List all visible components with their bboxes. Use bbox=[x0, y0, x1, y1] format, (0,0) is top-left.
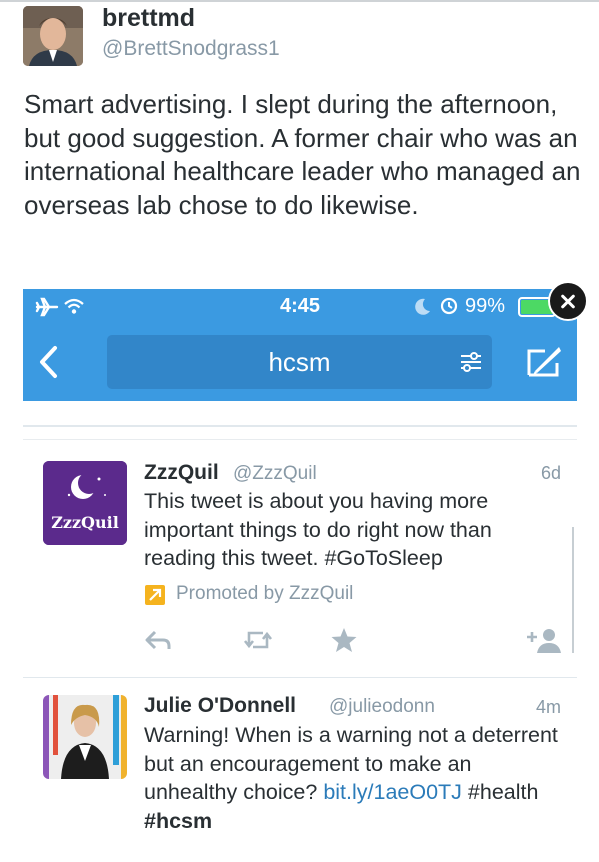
scroll-indicator bbox=[572, 527, 574, 653]
author-name[interactable]: brettmd bbox=[102, 4, 195, 33]
retweet-icon[interactable] bbox=[243, 627, 273, 653]
embedded-screenshot: 4:45 99% hcsm ZzzQuil ZzzQuil @ZzzQuil 6… bbox=[23, 281, 588, 862]
tweet-link[interactable]: bit.ly/1aeO0TJ bbox=[323, 780, 462, 804]
favorite-icon[interactable] bbox=[329, 627, 359, 653]
search-input[interactable]: hcsm bbox=[107, 335, 492, 389]
moon-icon bbox=[415, 298, 430, 315]
tweet-time: 6d bbox=[540, 463, 561, 483]
julie-avatar[interactable] bbox=[43, 695, 127, 779]
tweet-author-name-text: ZzzQuil bbox=[144, 461, 219, 484]
tweet-author-name[interactable]: Julie O'Donnell bbox=[144, 694, 296, 718]
tweet-author-handle[interactable]: @ZzzQuil bbox=[233, 463, 317, 485]
divider bbox=[23, 425, 577, 427]
tweet-text: Warning! When is a warning not a deterre… bbox=[144, 721, 569, 835]
battery-percent: 99% bbox=[465, 295, 506, 317]
hashtag-hcsm[interactable]: #hcsm bbox=[144, 809, 212, 833]
close-icon[interactable] bbox=[548, 281, 588, 321]
search-query: hcsm bbox=[268, 347, 331, 377]
follow-icon[interactable] bbox=[525, 627, 565, 653]
tweet-author-name[interactable]: ZzzQuil bbox=[144, 461, 219, 485]
hashtag-health[interactable]: #health bbox=[468, 780, 539, 804]
top-divider bbox=[0, 0, 599, 2]
alarm-icon bbox=[440, 297, 458, 315]
zzzquil-avatar[interactable]: ZzzQuil bbox=[43, 461, 127, 545]
divider bbox=[23, 439, 577, 440]
zzzquil-logo-text: ZzzQuil bbox=[51, 513, 119, 532]
promoted-icon bbox=[145, 585, 165, 605]
author-handle[interactable]: @BrettSnodgrass1 bbox=[102, 37, 280, 61]
reply-icon[interactable] bbox=[143, 627, 173, 653]
author-avatar[interactable] bbox=[23, 6, 83, 66]
compose-icon[interactable] bbox=[523, 341, 563, 381]
filter-icon[interactable] bbox=[459, 351, 483, 373]
tweet-text: Smart advertising. I slept during the af… bbox=[24, 89, 581, 220]
divider bbox=[23, 677, 577, 678]
tweet-author-name-text: Julie O'Donnell bbox=[144, 694, 297, 717]
back-icon[interactable] bbox=[37, 345, 61, 379]
tweet-author-handle[interactable]: @julieodonn bbox=[329, 696, 435, 718]
tweet-time: 4m bbox=[535, 697, 561, 717]
tweet-text: This tweet is about you having more impo… bbox=[144, 489, 492, 570]
promoted-label[interactable]: Promoted by ZzzQuil bbox=[176, 583, 353, 605]
twitter-header: 4:45 99% hcsm bbox=[23, 281, 588, 401]
status-bar: 4:45 99% bbox=[23, 289, 577, 325]
